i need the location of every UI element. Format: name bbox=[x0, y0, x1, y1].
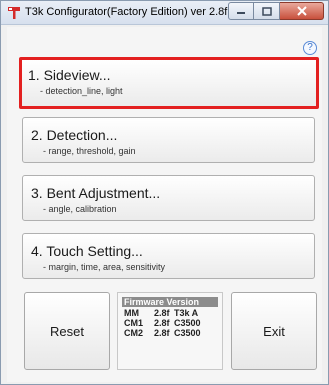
app-icon bbox=[7, 6, 21, 20]
close-button[interactable] bbox=[280, 2, 324, 20]
detection-title: 2. Detection... bbox=[31, 127, 118, 143]
minimize-icon bbox=[237, 12, 245, 14]
touch-setting-title: 4. Touch Setting... bbox=[31, 243, 143, 259]
sideview-title: 1. Sideview... bbox=[28, 67, 111, 83]
firmware-module-name: MM bbox=[124, 308, 139, 318]
firmware-module-version: 2.8f bbox=[154, 308, 170, 318]
firmware-module-model: T3k A bbox=[174, 308, 199, 318]
bent-adjustment-button[interactable]: 3. Bent Adjustment... - angle, calibrati… bbox=[22, 175, 315, 221]
firmware-module-name: CM2 bbox=[124, 328, 144, 338]
firmware-module-name: CM1 bbox=[124, 318, 144, 328]
firmware-header: Firmware Version bbox=[122, 297, 218, 307]
bent-adjustment-title: 3. Bent Adjustment... bbox=[31, 185, 161, 201]
detection-button[interactable]: 2. Detection... - range, threshold, gain bbox=[22, 117, 315, 163]
help-icon[interactable]: ? bbox=[303, 41, 317, 55]
client-area: ? 1. Sideview... - detection_line, light… bbox=[7, 27, 322, 382]
firmware-module-version: 2.8f bbox=[154, 328, 170, 338]
exit-button[interactable]: Exit bbox=[231, 292, 317, 370]
firmware-module-model: C3500 bbox=[174, 328, 201, 338]
maximize-button[interactable] bbox=[254, 2, 280, 20]
sideview-button[interactable]: 1. Sideview... - detection_line, light bbox=[19, 57, 319, 109]
sideview-subtitle: - detection_line, light bbox=[40, 86, 123, 96]
minimize-button[interactable] bbox=[228, 2, 254, 20]
touch-setting-button[interactable]: 4. Touch Setting... - margin, time, area… bbox=[22, 233, 315, 279]
close-icon bbox=[296, 6, 307, 16]
window-title: T3k Configurator(Factory Edition) ver 2.… bbox=[25, 6, 228, 18]
touch-setting-subtitle: - margin, time, area, sensitivity bbox=[43, 262, 166, 272]
reset-button[interactable]: Reset bbox=[24, 292, 110, 370]
detection-subtitle: - range, threshold, gain bbox=[43, 146, 136, 156]
firmware-module-version: 2.8f bbox=[154, 318, 170, 328]
app-window: T3k Configurator(Factory Edition) ver 2.… bbox=[0, 0, 329, 385]
firmware-version-panel: Firmware Version MM 2.8f T3k A CM1 2.8f … bbox=[117, 292, 223, 370]
title-bar[interactable]: T3k Configurator(Factory Edition) ver 2.… bbox=[1, 1, 328, 25]
maximize-icon bbox=[261, 6, 272, 16]
firmware-module-model: C3500 bbox=[174, 318, 201, 328]
window-controls bbox=[228, 2, 324, 20]
bent-adjustment-subtitle: - angle, calibration bbox=[43, 204, 117, 214]
